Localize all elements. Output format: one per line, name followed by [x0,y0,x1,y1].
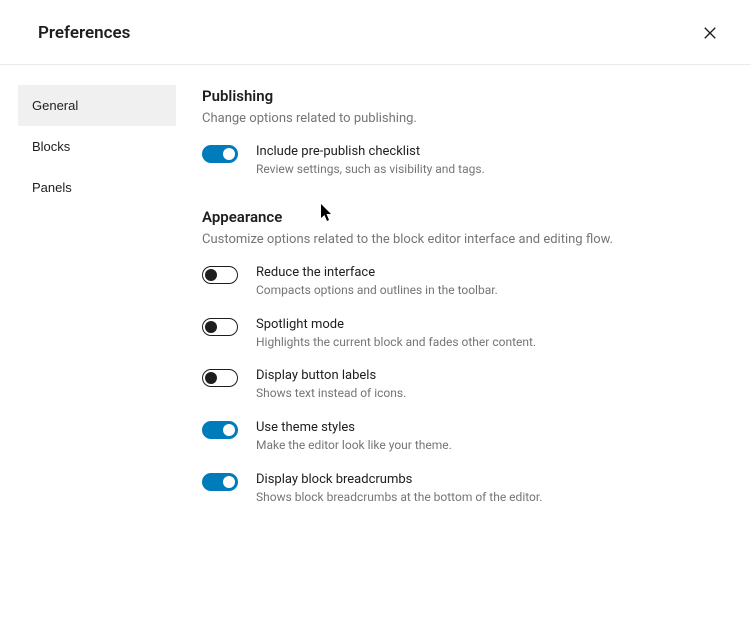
option-theme-styles: Use theme styles Make the editor look li… [202,420,721,454]
close-icon [701,24,719,42]
section-title: Appearance [202,208,721,226]
option-button-labels: Display button labels Shows text instead… [202,368,721,402]
option-text: Include pre-publish checklist Review set… [256,144,721,178]
toggle-knob [205,269,217,281]
content-panel: Publishing Change options related to pub… [190,65,751,631]
toggle-knob [223,476,235,488]
modal-body: General Blocks Panels Publishing Change … [0,65,751,631]
option-reduce-interface: Reduce the interface Compacts options an… [202,265,721,299]
option-text: Display block breadcrumbs Shows block br… [256,472,721,506]
option-text: Display button labels Shows text instead… [256,368,721,402]
option-text: Spotlight mode Highlights the current bl… [256,317,721,351]
section-description: Customize options related to the block e… [202,232,721,247]
tab-blocks[interactable]: Blocks [18,126,176,167]
toggle-block-breadcrumbs[interactable] [202,473,238,491]
toggle-knob [223,424,235,436]
section-appearance: Appearance Customize options related to … [202,208,721,506]
section-title: Publishing [202,87,721,105]
option-block-breadcrumbs: Display block breadcrumbs Shows block br… [202,472,721,506]
option-spotlight-mode: Spotlight mode Highlights the current bl… [202,317,721,351]
option-help: Shows text instead of icons. [256,385,721,402]
option-label: Include pre-publish checklist [256,144,721,159]
section-description: Change options related to publishing. [202,111,721,126]
option-help: Make the editor look like your theme. [256,437,721,454]
option-label: Display button labels [256,368,721,383]
toggle-theme-styles[interactable] [202,421,238,439]
toggle-reduce-interface[interactable] [202,266,238,284]
option-label: Spotlight mode [256,317,721,332]
toggle-knob [223,148,235,160]
option-help: Shows block breadcrumbs at the bottom of… [256,489,721,506]
close-button[interactable] [697,20,723,46]
toggle-button-labels[interactable] [202,369,238,387]
modal-header: Preferences [0,0,751,65]
toggle-knob [205,372,217,384]
tab-general[interactable]: General [18,85,176,126]
tab-panels[interactable]: Panels [18,167,176,208]
section-publishing: Publishing Change options related to pub… [202,87,721,178]
sidebar: General Blocks Panels [0,65,190,631]
option-label: Use theme styles [256,420,721,435]
option-label: Reduce the interface [256,265,721,280]
toggle-spotlight-mode[interactable] [202,318,238,336]
toggle-knob [205,321,217,333]
toggle-prepublish-checklist[interactable] [202,145,238,163]
option-text: Use theme styles Make the editor look li… [256,420,721,454]
option-help: Review settings, such as visibility and … [256,161,721,178]
preferences-modal: Preferences General Blocks Panels Publis… [0,0,751,631]
option-text: Reduce the interface Compacts options an… [256,265,721,299]
option-help: Highlights the current block and fades o… [256,334,721,351]
option-help: Compacts options and outlines in the too… [256,282,721,299]
option-label: Display block breadcrumbs [256,472,721,487]
option-prepublish-checklist: Include pre-publish checklist Review set… [202,144,721,178]
modal-title: Preferences [38,23,130,43]
